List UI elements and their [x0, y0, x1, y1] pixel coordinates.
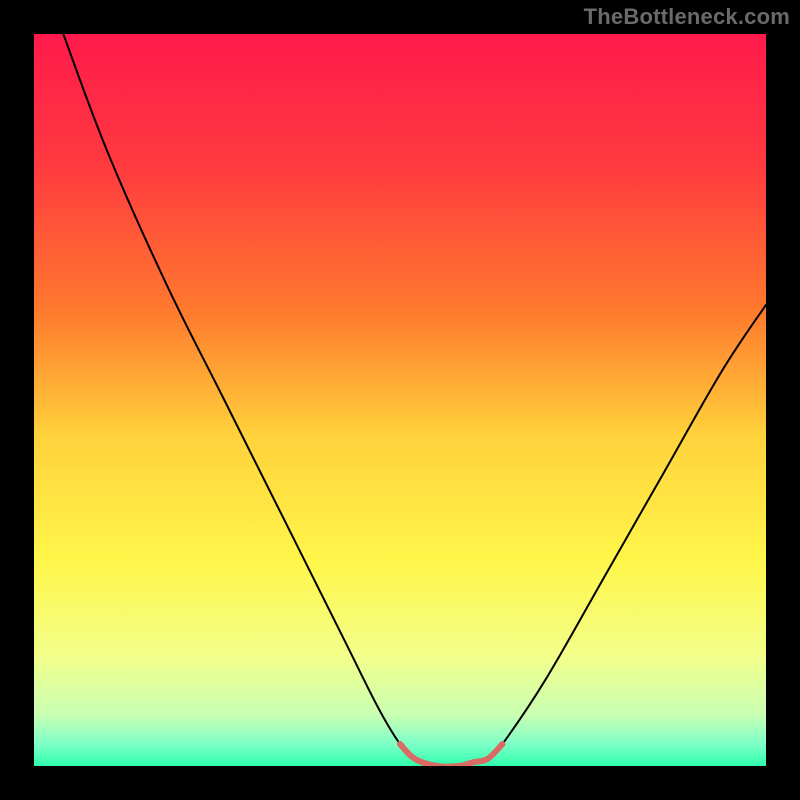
chart-frame: TheBottleneck.com — [0, 0, 800, 800]
watermark-text: TheBottleneck.com — [584, 4, 790, 30]
plot-area — [34, 34, 766, 766]
bottleneck-curve — [63, 34, 766, 766]
valley-highlight — [400, 744, 503, 766]
curve-layer — [34, 34, 766, 766]
